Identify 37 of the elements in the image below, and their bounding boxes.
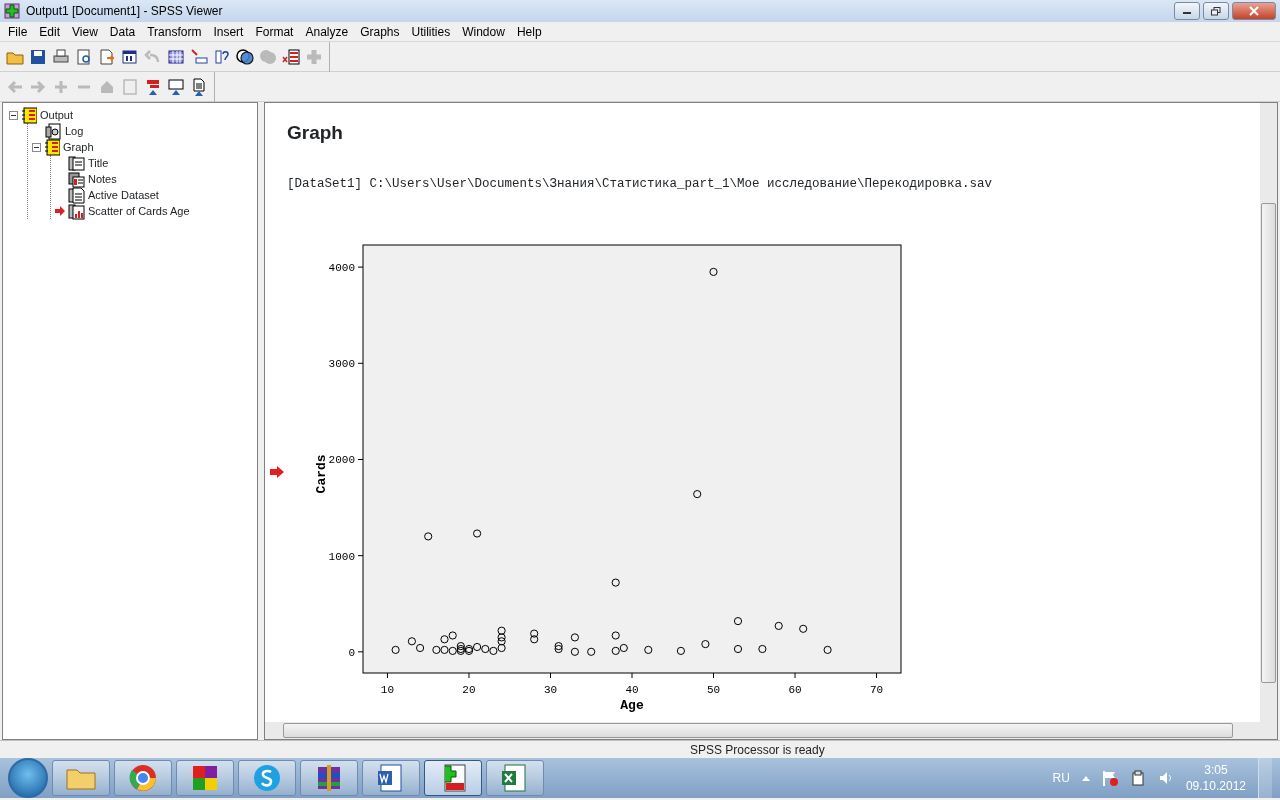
y-tick-label: 0 (348, 647, 355, 660)
menu-item[interactable]: Transform (141, 22, 208, 41)
y-tick-label: 4000 (328, 262, 355, 275)
tree-item-label[interactable]: Log (65, 122, 84, 140)
x-axis-title: Age (620, 698, 644, 714)
y-tick-label: 2000 (328, 454, 355, 467)
y-tick-label: 1000 (328, 550, 355, 563)
menu-item[interactable]: Insert (207, 22, 250, 41)
tree-item-label[interactable]: Scatter of Cards Age (88, 202, 190, 220)
x-tick-label: 70 (869, 684, 884, 697)
y-tick-label: 3000 (328, 358, 355, 371)
tree-item-label[interactable]: Title (88, 154, 109, 172)
menu-item[interactable]: Format (249, 22, 300, 41)
menu-item[interactable]: View (66, 22, 104, 41)
menu-item[interactable]: File (2, 22, 34, 41)
tree-item-label[interactable]: Graph (63, 138, 94, 156)
tree-item-label[interactable]: Active Dataset (88, 186, 159, 204)
x-tick-label: 60 (788, 684, 802, 697)
menu-item[interactable]: Utilities (405, 22, 457, 41)
x-tick-label: 40 (625, 684, 639, 697)
x-tick-label: 20 (462, 684, 476, 697)
y-axis-title: Cards (314, 454, 329, 494)
x-tick-label: 50 (706, 684, 721, 697)
tree-item-label[interactable]: Notes (88, 170, 117, 188)
status-text: SPSS Processor is ready (690, 741, 825, 759)
section-heading: Graph (287, 121, 344, 145)
menu-item[interactable]: Window (456, 22, 511, 41)
tree-item-label[interactable]: Output (40, 106, 74, 124)
menu-item[interactable]: Help (510, 22, 548, 41)
dataset-path: [DataSet1] C:\Users\User\Documents\Знания\Статистика_part_1\Мое исследование\Перекодировка.sav (287, 175, 994, 193)
window-title: Output1 [Document1] - SPSS Viewer (26, 3, 223, 20)
x-tick-label: 10 (380, 684, 395, 697)
x-tick-label: 30 (543, 684, 558, 697)
menu-item[interactable]: Data (103, 22, 142, 41)
menu-item[interactable]: Edit (33, 22, 67, 41)
menu-item[interactable]: Graphs (354, 22, 406, 41)
menu-item[interactable]: Analyze (299, 22, 355, 41)
